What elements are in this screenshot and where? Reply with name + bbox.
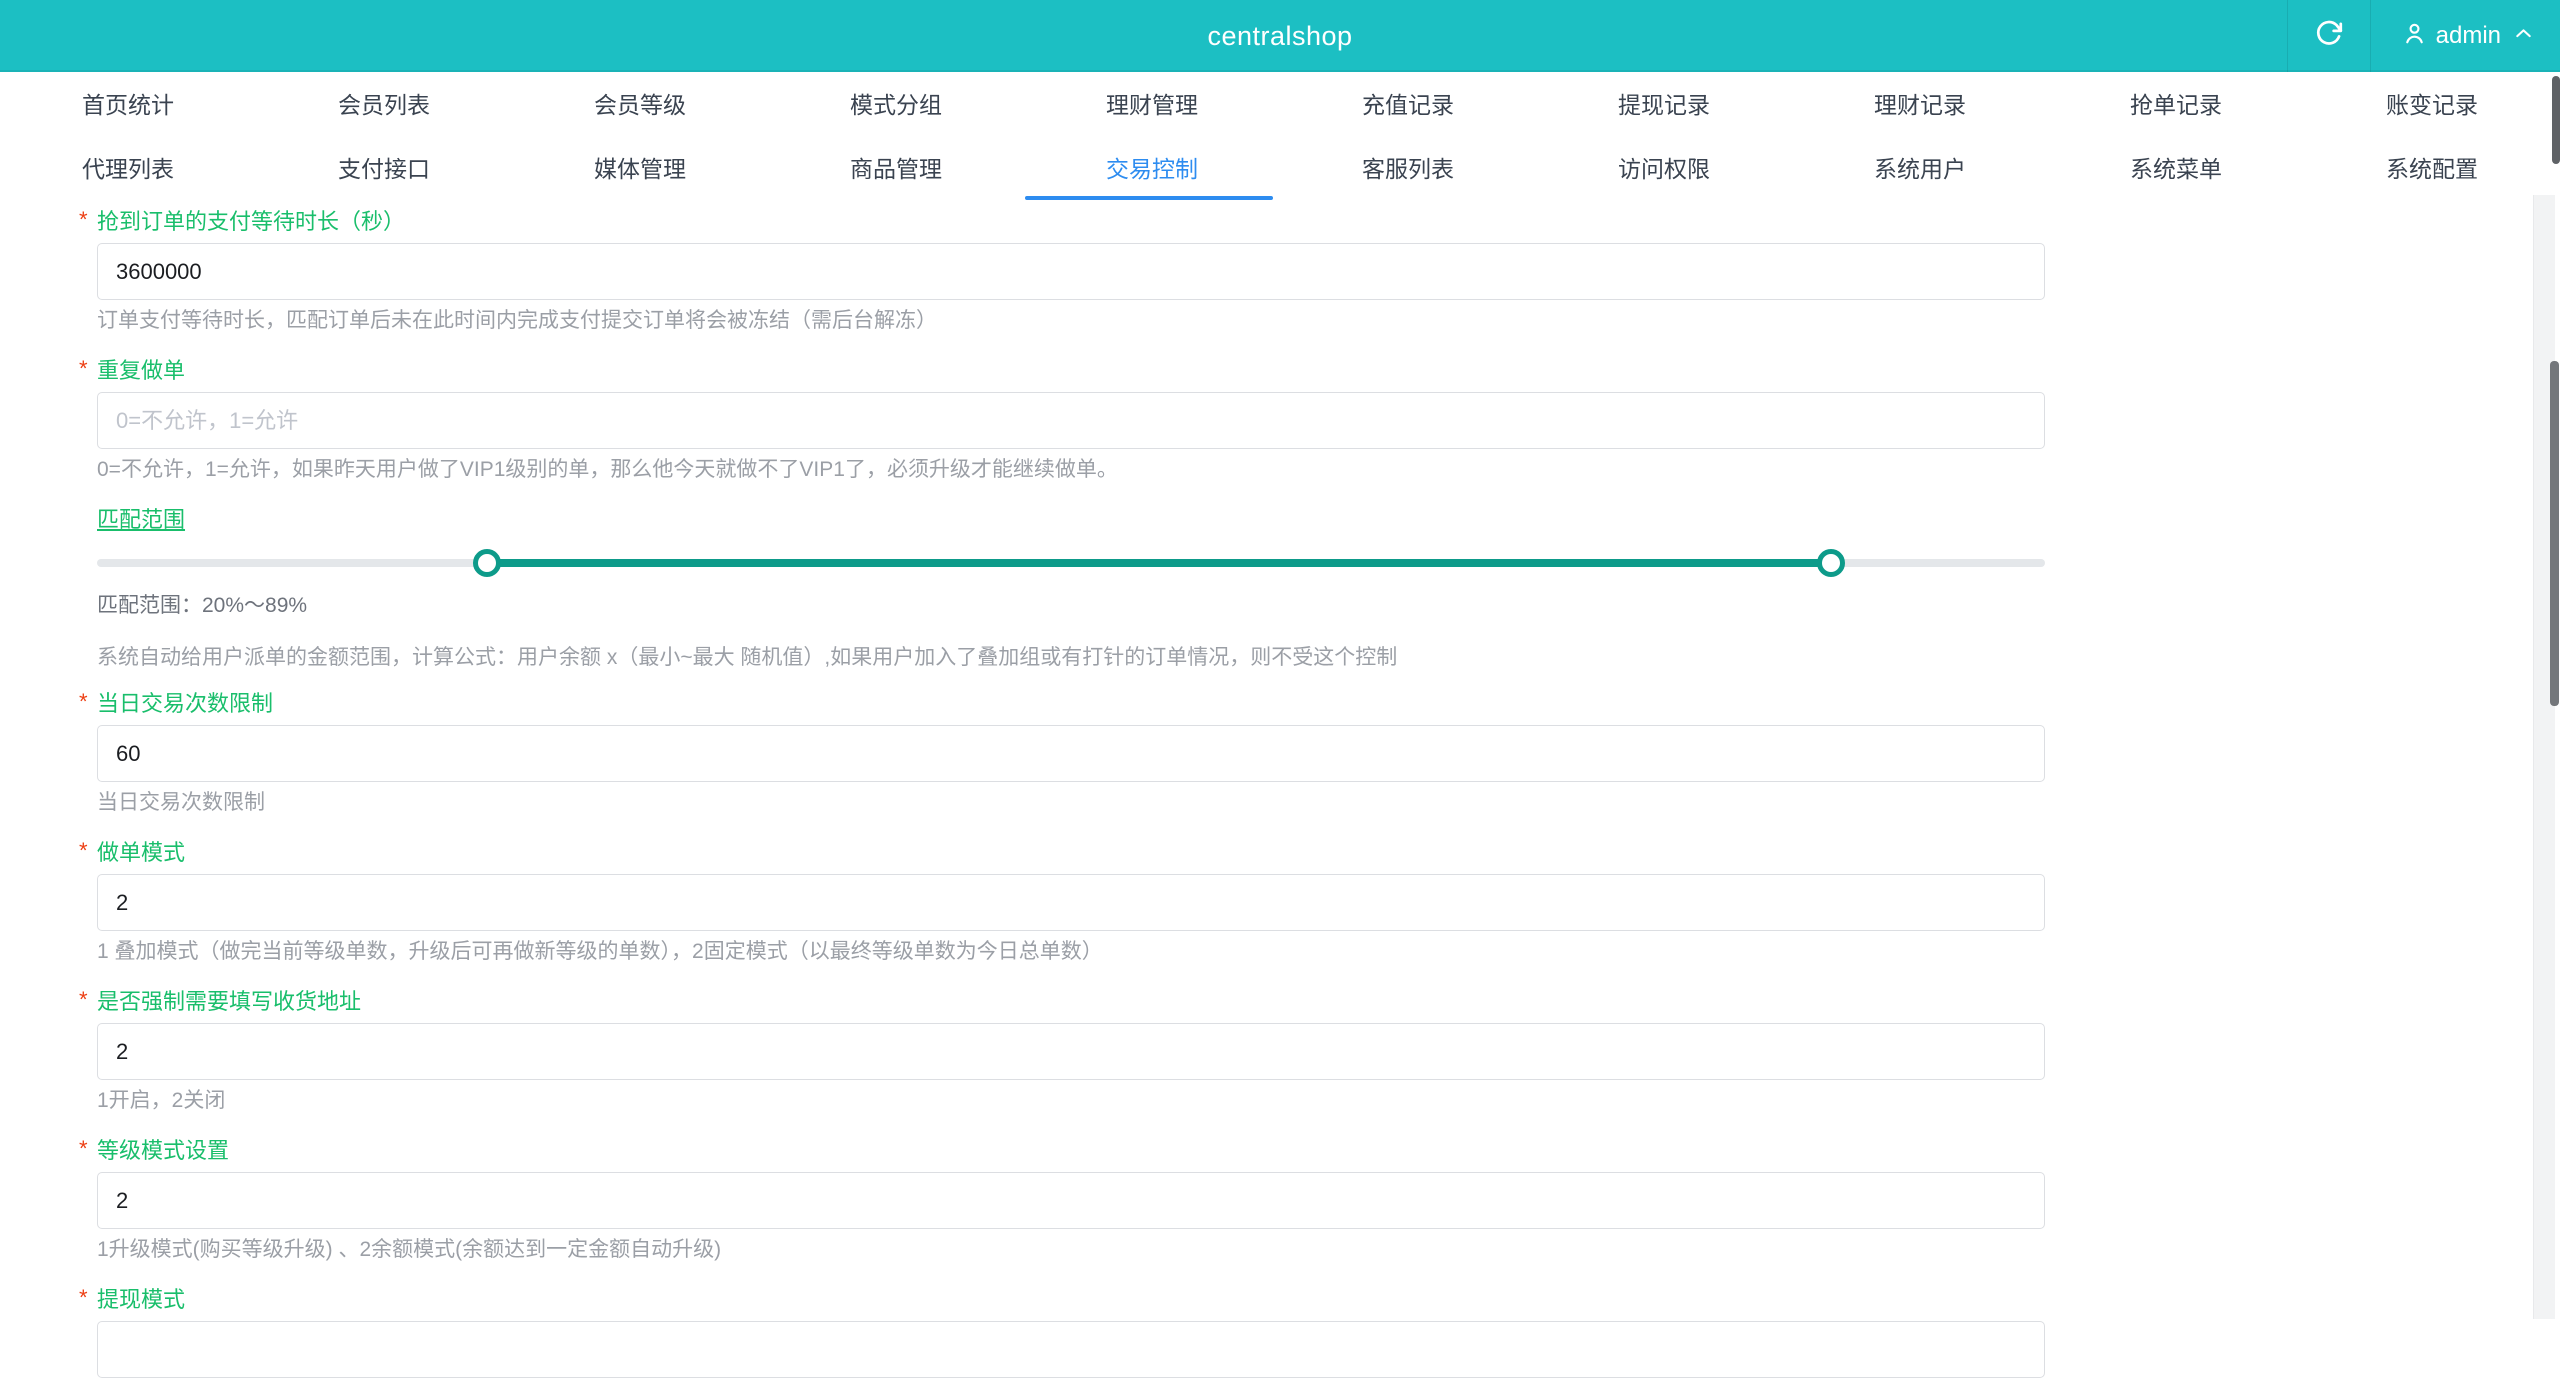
tab-product-manage[interactable]: 商品管理 [768,134,1024,200]
field-label-force-address: *是否强制需要填写收货地址 [97,987,361,1017]
tab-member-level[interactable]: 会员等级 [512,72,768,134]
tab-payment-api[interactable]: 支付接口 [256,134,512,200]
field-input-withdraw-mode[interactable] [97,1321,2045,1378]
tab-access-perms[interactable]: 访问权限 [1536,134,1792,200]
header-actions: admin [2287,0,2560,72]
tab-agent-list[interactable]: 代理列表 [0,134,256,200]
field-input-level-mode[interactable] [97,1172,2045,1229]
tab-label: 理财管理 [1106,86,1198,120]
field-helper-repeat-order: 0=不允许，1=允许，如果昨天用户做了VIP1级别的单，那么他今天就做不了VIP… [97,457,2560,483]
field-repeat-order: *重复做单 0=不允许，1=允许，如果昨天用户做了VIP1级别的单，那么他今天就做… [97,356,2560,483]
tab-label: 首页统计 [82,86,174,120]
tab-order-grab-records[interactable]: 抢单记录 [2048,72,2304,134]
tab-label: 账变记录 [2386,86,2478,120]
tab-home-stats[interactable]: 首页统计 [0,72,256,134]
tab-label: 会员列表 [338,86,430,120]
field-label-withdraw-mode: *提现模式 [97,1285,185,1315]
field-label-level-mode: *等级模式设置 [97,1136,229,1166]
tab-label: 抢单记录 [2130,86,2222,120]
tab-label: 提现记录 [1618,86,1710,120]
app-title: centralshop [1207,21,1352,52]
field-helper-pay-wait-time: 订单支付等待时长，匹配订单后未在此时间内完成支付提交订单将会被冻结（需后台解冻） [97,308,2560,334]
tab-account-change-records[interactable]: 账变记录 [2304,72,2560,134]
field-input-repeat-order[interactable] [97,392,2045,449]
username: admin [2436,22,2501,50]
tab-mode-group[interactable]: 模式分组 [768,72,1024,134]
tab-withdraw-records[interactable]: 提现记录 [1536,72,1792,134]
tab-service-list[interactable]: 客服列表 [1280,134,1536,200]
tab-label: 支付接口 [338,150,430,184]
field-helper-order-mode: 1 叠加模式（做完当前等级单数，升级后可再做新等级的单数），2固定模式（以最终等… [97,939,2560,965]
tab-trade-control[interactable]: 交易控制 [1024,134,1280,200]
tab-label: 系统菜单 [2130,150,2222,184]
field-label-repeat-order: *重复做单 [97,356,185,386]
field-label-order-mode: *做单模式 [97,838,185,868]
field-input-pay-wait-time[interactable] [97,243,2045,300]
tab-label: 访问权限 [1618,150,1710,184]
tab-member-list[interactable]: 会员列表 [256,72,512,134]
inner-scrollbar-thumb[interactable] [2550,361,2559,706]
field-label-daily-trade-limit: *当日交易次数限制 [97,689,273,719]
field-helper-level-mode: 1升级模式(购买等级升级) 、2余额模式(余额达到一定金额自动升级) [97,1237,2560,1263]
tab-system-config[interactable]: 系统配置 [2304,134,2560,200]
required-asterisk: * [79,1134,88,1164]
field-helper-match-range: 系统自动给用户派单的金额范围，计算公式：用户余额 x（最小~最大 随机值）,如果… [97,645,2560,671]
active-tab-underline [1025,196,1273,200]
tab-label: 媒体管理 [594,150,686,184]
tab-finance-records[interactable]: 理财记录 [1792,72,2048,134]
field-daily-trade-limit: *当日交易次数限制当日交易次数限制 [97,689,2560,816]
nav-row-1: 首页统计 会员列表 会员等级 模式分组 理财管理 充值记录 提现记录 理财记录 抢单记录 账变记录 [0,72,2560,134]
field-input-order-mode[interactable] [97,874,2045,931]
tab-label: 代理列表 [82,150,174,184]
refresh-button[interactable] [2288,0,2370,72]
required-asterisk: * [79,1283,88,1313]
field-label-pay-wait-time: *抢到订单的支付等待时长（秒） [97,207,405,237]
field-input-daily-trade-limit[interactable] [97,725,2045,782]
tab-label: 系统配置 [2386,150,2478,184]
person-icon [2401,20,2428,52]
required-asterisk: * [79,687,88,717]
field-label-match-range: 匹配范围 [97,505,185,535]
slider-handle-min[interactable] [473,549,501,577]
app-header: centralshop admin [0,0,2560,72]
tab-recharge-records[interactable]: 充值记录 [1280,72,1536,134]
field-match-range: 匹配范围匹配范围：20%～89% 系统自动给用户派单的金额范围，计算公式：用户余额… [97,505,2560,671]
tab-label: 会员等级 [594,86,686,120]
tab-label: 交易控制 [1106,150,1198,184]
tab-system-menu[interactable]: 系统菜单 [2048,134,2304,200]
required-asterisk: * [79,985,88,1015]
tab-label: 充值记录 [1362,86,1454,120]
page-scrollbar-thumb[interactable] [2552,76,2560,164]
field-input-force-address[interactable] [97,1023,2045,1080]
tab-system-users[interactable]: 系统用户 [1792,134,2048,200]
field-helper-daily-trade-limit: 当日交易次数限制 [97,790,2560,816]
required-asterisk: * [79,205,88,235]
field-pay-wait-time: *抢到订单的支付等待时长（秒） 订单支付等待时长，匹配订单后未在此时间内完成支付提… [97,207,2560,334]
slider-range-text: 匹配范围：20%～89% [97,589,2560,619]
tab-label: 商品管理 [850,150,942,184]
trade-control-form: *抢到订单的支付等待时长（秒） 订单支付等待时长，匹配订单后未在此时间内完成支付提… [0,200,2560,1378]
field-level-mode: *等级模式设置 1升级模式(购买等级升级) 、2余额模式(余额达到一定金额自动升级… [97,1136,2560,1263]
required-asterisk: * [79,836,88,866]
user-menu[interactable]: admin [2371,0,2560,72]
field-helper-force-address: 1开启，2关闭 [97,1088,2560,1114]
field-force-address: *是否强制需要填写收货地址 1开启，2关闭 [97,987,2560,1114]
tab-label: 理财记录 [1874,86,1966,120]
tab-media-manage[interactable]: 媒体管理 [512,134,768,200]
tab-label: 客服列表 [1362,150,1454,184]
field-withdraw-mode: *提现模式 [97,1285,2560,1378]
chevron-up-icon [2511,21,2536,51]
tab-finance-manage[interactable]: 理财管理 [1024,72,1280,134]
slider-handle-max[interactable] [1817,549,1845,577]
refresh-icon [2313,18,2344,54]
tab-label: 模式分组 [850,86,942,120]
nav-row-2: 代理列表 支付接口 媒体管理 商品管理 交易控制 客服列表 访问权限 系统用户 系统菜单 系统配置 [0,134,2560,200]
required-asterisk: * [79,354,88,384]
slider-fill [487,559,1831,567]
field-order-mode: *做单模式 1 叠加模式（做完当前等级单数，升级后可再做新等级的单数），2固定模式… [97,838,2560,965]
range-slider-match-range [97,545,2045,581]
tab-label: 系统用户 [1874,150,1966,184]
